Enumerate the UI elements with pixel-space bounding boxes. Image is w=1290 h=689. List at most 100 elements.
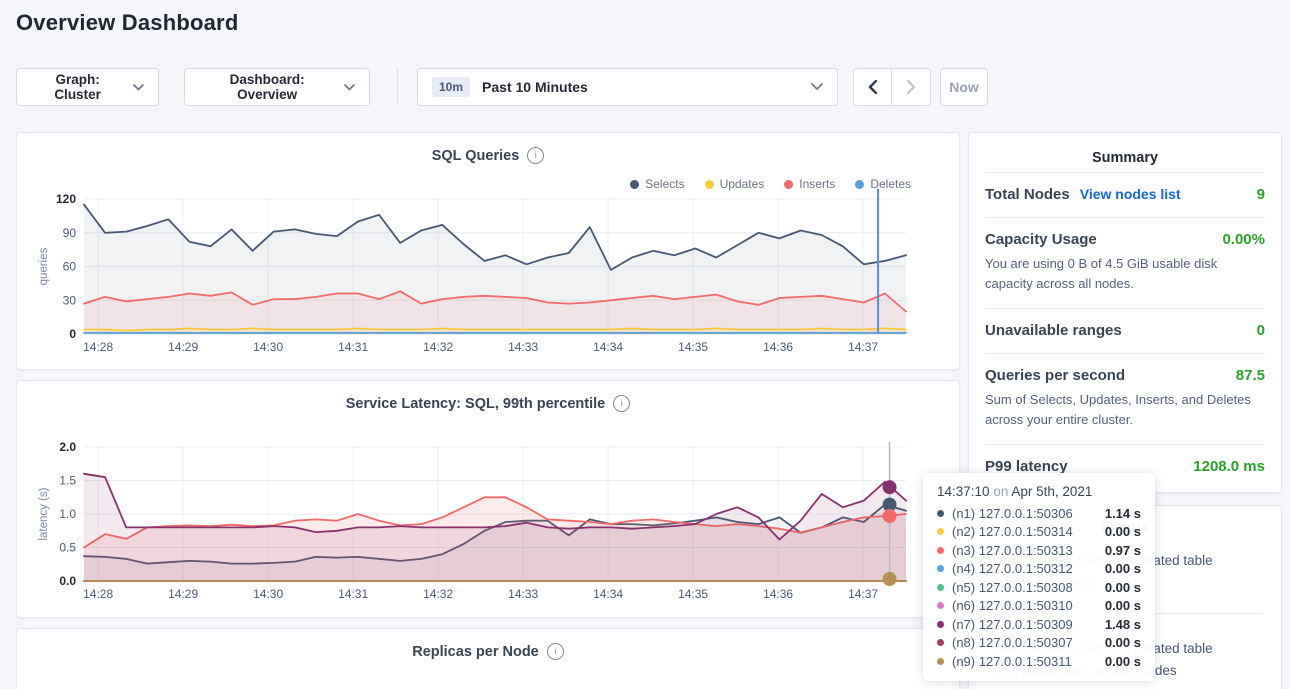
svg-text:90: 90 xyxy=(63,226,77,240)
metric-description: You are using 0 B of 4.5 GiB usable disk… xyxy=(985,254,1265,294)
node-latency-value: 1.14 s xyxy=(1105,506,1141,521)
svg-text:14:31: 14:31 xyxy=(338,340,368,354)
tooltip-node-row: (n1) 127.0.0.1:50306 1.14 s xyxy=(937,504,1141,523)
svg-text:1.0: 1.0 xyxy=(59,507,76,521)
view-nodes-list-link[interactable]: View nodes list xyxy=(1080,186,1181,202)
svg-text:latency (s): latency (s) xyxy=(38,487,50,540)
tooltip-node-row: (n3) 127.0.0.1:50313 0.97 s xyxy=(937,541,1141,560)
chart-hover-tooltip: 14:37:10 on Apr 5th, 2021 (n1) 127.0.0.1… xyxy=(923,473,1155,681)
svg-text:60: 60 xyxy=(63,260,77,274)
metric-total-nodes: Total Nodes View nodes list 9 xyxy=(985,172,1265,217)
svg-text:0.0: 0.0 xyxy=(59,574,76,588)
svg-text:14:33: 14:33 xyxy=(508,340,538,354)
metric-queries-per-second: Queries per second 87.5 Sum of Selects, … xyxy=(985,353,1265,444)
time-range-dropdown[interactable]: 10m Past 10 Minutes xyxy=(417,68,838,106)
time-back-button[interactable] xyxy=(854,69,892,105)
svg-text:14:33: 14:33 xyxy=(508,587,538,601)
node-color-dot-icon xyxy=(937,528,944,535)
tooltip-node-row: (n7) 127.0.0.1:50309 1.48 s xyxy=(937,615,1141,634)
info-icon[interactable] xyxy=(547,643,564,660)
svg-text:queries: queries xyxy=(38,247,50,285)
page-title: Overview Dashboard xyxy=(16,10,238,36)
node-color-dot-icon xyxy=(937,547,944,554)
dashboard-selector-dropdown[interactable]: Dashboard: Overview xyxy=(184,68,370,106)
metric-description: Sum of Selects, Updates, Inserts, and De… xyxy=(985,390,1265,430)
node-latency-value: 1.48 s xyxy=(1105,617,1141,632)
svg-text:14:34: 14:34 xyxy=(593,340,623,354)
svg-text:14:29: 14:29 xyxy=(168,587,198,601)
summary-title: Summary xyxy=(985,133,1265,172)
svg-text:14:37: 14:37 xyxy=(848,340,878,354)
node-color-dot-icon xyxy=(937,621,944,628)
node-address: (n3) 127.0.0.1:50313 xyxy=(952,543,1073,558)
node-color-dot-icon xyxy=(937,639,944,646)
metric-unavailable-ranges: Unavailable ranges 0 xyxy=(985,308,1265,353)
node-latency-value: 0.00 s xyxy=(1105,635,1141,650)
service-latency-card: Service Latency: SQL, 99th percentile 0.… xyxy=(16,380,960,618)
svg-text:14:35: 14:35 xyxy=(678,587,708,601)
svg-text:14:31: 14:31 xyxy=(338,587,368,601)
chevron-down-icon xyxy=(133,84,144,91)
time-forward-button[interactable] xyxy=(892,69,930,105)
node-latency-value: 0.00 s xyxy=(1105,524,1141,539)
now-button[interactable]: Now xyxy=(940,68,988,106)
metric-value: 87.5 xyxy=(1236,367,1265,384)
node-color-dot-icon xyxy=(937,584,944,591)
metric-value: 0.00% xyxy=(1222,231,1265,248)
svg-text:2.0: 2.0 xyxy=(59,440,76,454)
tooltip-node-row: (n2) 127.0.0.1:50314 0.00 s xyxy=(937,523,1141,542)
node-latency-value: 0.00 s xyxy=(1105,580,1141,595)
tooltip-node-row: (n4) 127.0.0.1:503120.00 s xyxy=(937,560,1141,579)
node-color-dot-icon xyxy=(937,602,944,609)
node-address: (n4) 127.0.0.1:50312 xyxy=(952,561,1073,576)
svg-text:14:29: 14:29 xyxy=(168,340,198,354)
svg-text:14:34: 14:34 xyxy=(593,587,623,601)
node-address: (n1) 127.0.0.1:50306 xyxy=(952,506,1073,521)
chevron-right-icon xyxy=(907,80,916,94)
tooltip-node-row: (n9) 127.0.0.1:503110.00 s xyxy=(937,652,1141,671)
time-range-badge: 10m xyxy=(432,77,470,97)
sql-queries-card: SQL Queries SelectsUpdatesInsertsDeletes… xyxy=(16,132,960,370)
node-color-dot-icon xyxy=(937,658,944,665)
svg-text:14:30: 14:30 xyxy=(253,587,283,601)
svg-text:14:36: 14:36 xyxy=(763,587,793,601)
metric-label: Capacity Usage xyxy=(985,231,1097,248)
metric-capacity-usage: Capacity Usage 0.00% You are using 0 B o… xyxy=(985,217,1265,308)
svg-text:1.5: 1.5 xyxy=(59,474,76,488)
chart-title-text: Replicas per Node xyxy=(412,644,539,660)
node-color-dot-icon xyxy=(937,565,944,572)
node-address: (n6) 127.0.0.1:50310 xyxy=(952,598,1073,613)
node-latency-value: 0.97 s xyxy=(1105,543,1141,558)
service-latency-chart[interactable]: 0.00.51.01.52.014:2814:2914:3014:3114:32… xyxy=(17,381,961,619)
svg-text:14:32: 14:32 xyxy=(423,587,453,601)
tooltip-node-row: (n5) 127.0.0.1:50308 0.00 s xyxy=(937,578,1141,597)
svg-text:14:28: 14:28 xyxy=(83,340,113,354)
replicas-per-node-title: Replicas per Node xyxy=(17,643,959,660)
node-address: (n5) 127.0.0.1:50308 xyxy=(952,580,1073,595)
tooltip-rows: (n1) 127.0.0.1:50306 1.14 s (n2) 127.0.0.1… xyxy=(937,504,1141,671)
metric-label: Unavailable ranges xyxy=(985,322,1122,339)
svg-text:120: 120 xyxy=(56,192,76,206)
replicas-per-node-card: Replicas per Node xyxy=(16,628,960,689)
chevron-left-icon xyxy=(868,80,877,94)
sql-queries-chart[interactable]: 030609012014:2814:2914:3014:3114:3214:33… xyxy=(17,133,961,371)
node-address: (n7) 127.0.0.1:50309 xyxy=(952,617,1073,632)
svg-text:14:32: 14:32 xyxy=(423,340,453,354)
metric-value: 9 xyxy=(1257,186,1265,203)
svg-text:14:37: 14:37 xyxy=(848,587,878,601)
node-latency-value: 0.00 s xyxy=(1105,654,1141,669)
graph-selector-dropdown[interactable]: Graph: Cluster xyxy=(16,68,159,106)
summary-panel: Summary Total Nodes View nodes list 9 Ca… xyxy=(968,132,1282,493)
svg-text:14:36: 14:36 xyxy=(763,340,793,354)
time-pager xyxy=(853,68,931,106)
svg-text:14:30: 14:30 xyxy=(253,340,283,354)
dashboard-selector-label: Dashboard: Overview xyxy=(199,72,335,102)
node-latency-value: 0.00 s xyxy=(1105,598,1141,613)
node-address: (n2) 127.0.0.1:50314 xyxy=(952,524,1073,539)
svg-text:0.5: 0.5 xyxy=(59,541,76,555)
metric-value: 0 xyxy=(1257,322,1265,339)
tooltip-timestamp: 14:37:10 on Apr 5th, 2021 xyxy=(937,484,1141,499)
toolbar-divider xyxy=(397,68,398,106)
svg-text:14:35: 14:35 xyxy=(678,340,708,354)
chevron-down-icon xyxy=(811,83,823,91)
